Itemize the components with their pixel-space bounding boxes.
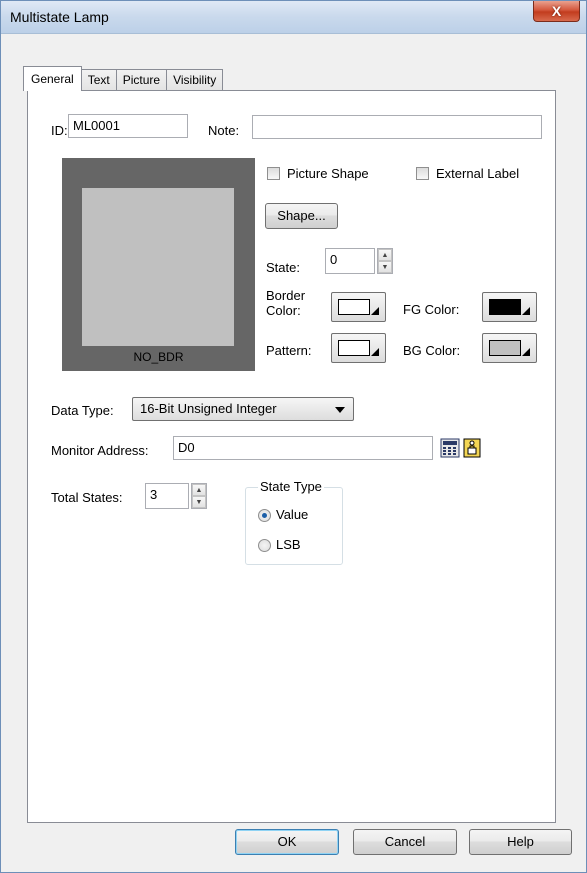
cancel-button[interactable]: Cancel bbox=[353, 829, 457, 855]
tab-picture[interactable]: Picture bbox=[115, 69, 168, 91]
state-type-lsb-radio[interactable] bbox=[258, 539, 271, 552]
dropdown-triangle-icon bbox=[522, 348, 530, 356]
monitor-address-label: Monitor Address: bbox=[51, 443, 149, 458]
bg-color-button[interactable] bbox=[482, 333, 537, 363]
id-label: ID: bbox=[51, 123, 68, 138]
fg-color-button[interactable] bbox=[482, 292, 537, 322]
ok-button[interactable]: OK bbox=[235, 829, 339, 855]
state-label: State: bbox=[266, 260, 300, 275]
state-type-lsb-label: LSB bbox=[276, 537, 301, 552]
chevron-down-icon bbox=[335, 407, 345, 413]
fg-color-label: FG Color: bbox=[403, 302, 460, 317]
tab-strip: General Text Picture Visibility bbox=[23, 66, 224, 91]
state-type-value-radio[interactable] bbox=[258, 509, 271, 522]
spin-down-icon[interactable]: ▼ bbox=[192, 496, 206, 508]
tab-visibility[interactable]: Visibility bbox=[166, 69, 224, 91]
state-type-legend: State Type bbox=[258, 479, 324, 494]
border-color-button[interactable] bbox=[331, 292, 386, 322]
state-input[interactable]: 0 bbox=[325, 248, 375, 274]
pattern-label: Pattern: bbox=[266, 343, 312, 358]
data-type-select[interactable]: 16-Bit Unsigned Integer bbox=[132, 397, 354, 421]
id-input[interactable]: ML0001 bbox=[68, 114, 188, 138]
close-icon: X bbox=[551, 3, 562, 19]
state-type-group: State Type bbox=[245, 479, 343, 565]
border-color-label: Border Color: bbox=[266, 288, 306, 318]
dropdown-triangle-icon bbox=[371, 307, 379, 315]
total-states-spinner[interactable]: ▲ ▼ bbox=[191, 483, 207, 509]
close-button[interactable]: X bbox=[533, 1, 580, 22]
spin-down-icon[interactable]: ▼ bbox=[378, 261, 392, 273]
window-title: Multistate Lamp bbox=[10, 9, 109, 25]
data-type-label: Data Type: bbox=[51, 403, 114, 418]
picture-shape-label: Picture Shape bbox=[287, 166, 369, 181]
dropdown-triangle-icon bbox=[371, 348, 379, 356]
picture-shape-checkbox[interactable] bbox=[267, 167, 280, 180]
state-spinner[interactable]: ▲ ▼ bbox=[377, 248, 393, 274]
bg-color-swatch bbox=[489, 340, 521, 356]
calculator-icon[interactable] bbox=[440, 438, 460, 458]
spin-up-icon[interactable]: ▲ bbox=[192, 484, 206, 496]
state-type-value-label: Value bbox=[276, 507, 309, 522]
dropdown-triangle-icon bbox=[522, 307, 530, 315]
pattern-swatch bbox=[338, 340, 370, 356]
note-label: Note: bbox=[208, 123, 240, 138]
pattern-button[interactable] bbox=[331, 333, 386, 363]
shape-button[interactable]: Shape... bbox=[265, 203, 338, 229]
shape-preview-fill bbox=[82, 188, 234, 346]
external-label-label: External Label bbox=[436, 166, 520, 181]
shape-preview: NO_BDR bbox=[62, 158, 255, 371]
help-button[interactable]: Help bbox=[469, 829, 572, 855]
title-bar[interactable]: Multistate Lamp X bbox=[1, 1, 586, 34]
note-input[interactable] bbox=[252, 115, 542, 139]
fg-color-swatch bbox=[489, 299, 521, 315]
address-tag-icon[interactable] bbox=[462, 438, 482, 458]
tab-general[interactable]: General bbox=[23, 66, 82, 91]
data-type-value: 16-Bit Unsigned Integer bbox=[140, 401, 277, 416]
total-states-input[interactable]: 3 bbox=[145, 483, 189, 509]
bg-color-label: BG Color: bbox=[403, 343, 461, 358]
monitor-address-input[interactable]: D0 bbox=[173, 436, 433, 460]
spin-up-icon[interactable]: ▲ bbox=[378, 249, 392, 261]
preview-caption: NO_BDR bbox=[133, 350, 184, 364]
external-label-checkbox[interactable] bbox=[416, 167, 429, 180]
tab-text[interactable]: Text bbox=[80, 69, 117, 91]
border-color-swatch bbox=[338, 299, 370, 315]
total-states-label: Total States: bbox=[51, 490, 123, 505]
